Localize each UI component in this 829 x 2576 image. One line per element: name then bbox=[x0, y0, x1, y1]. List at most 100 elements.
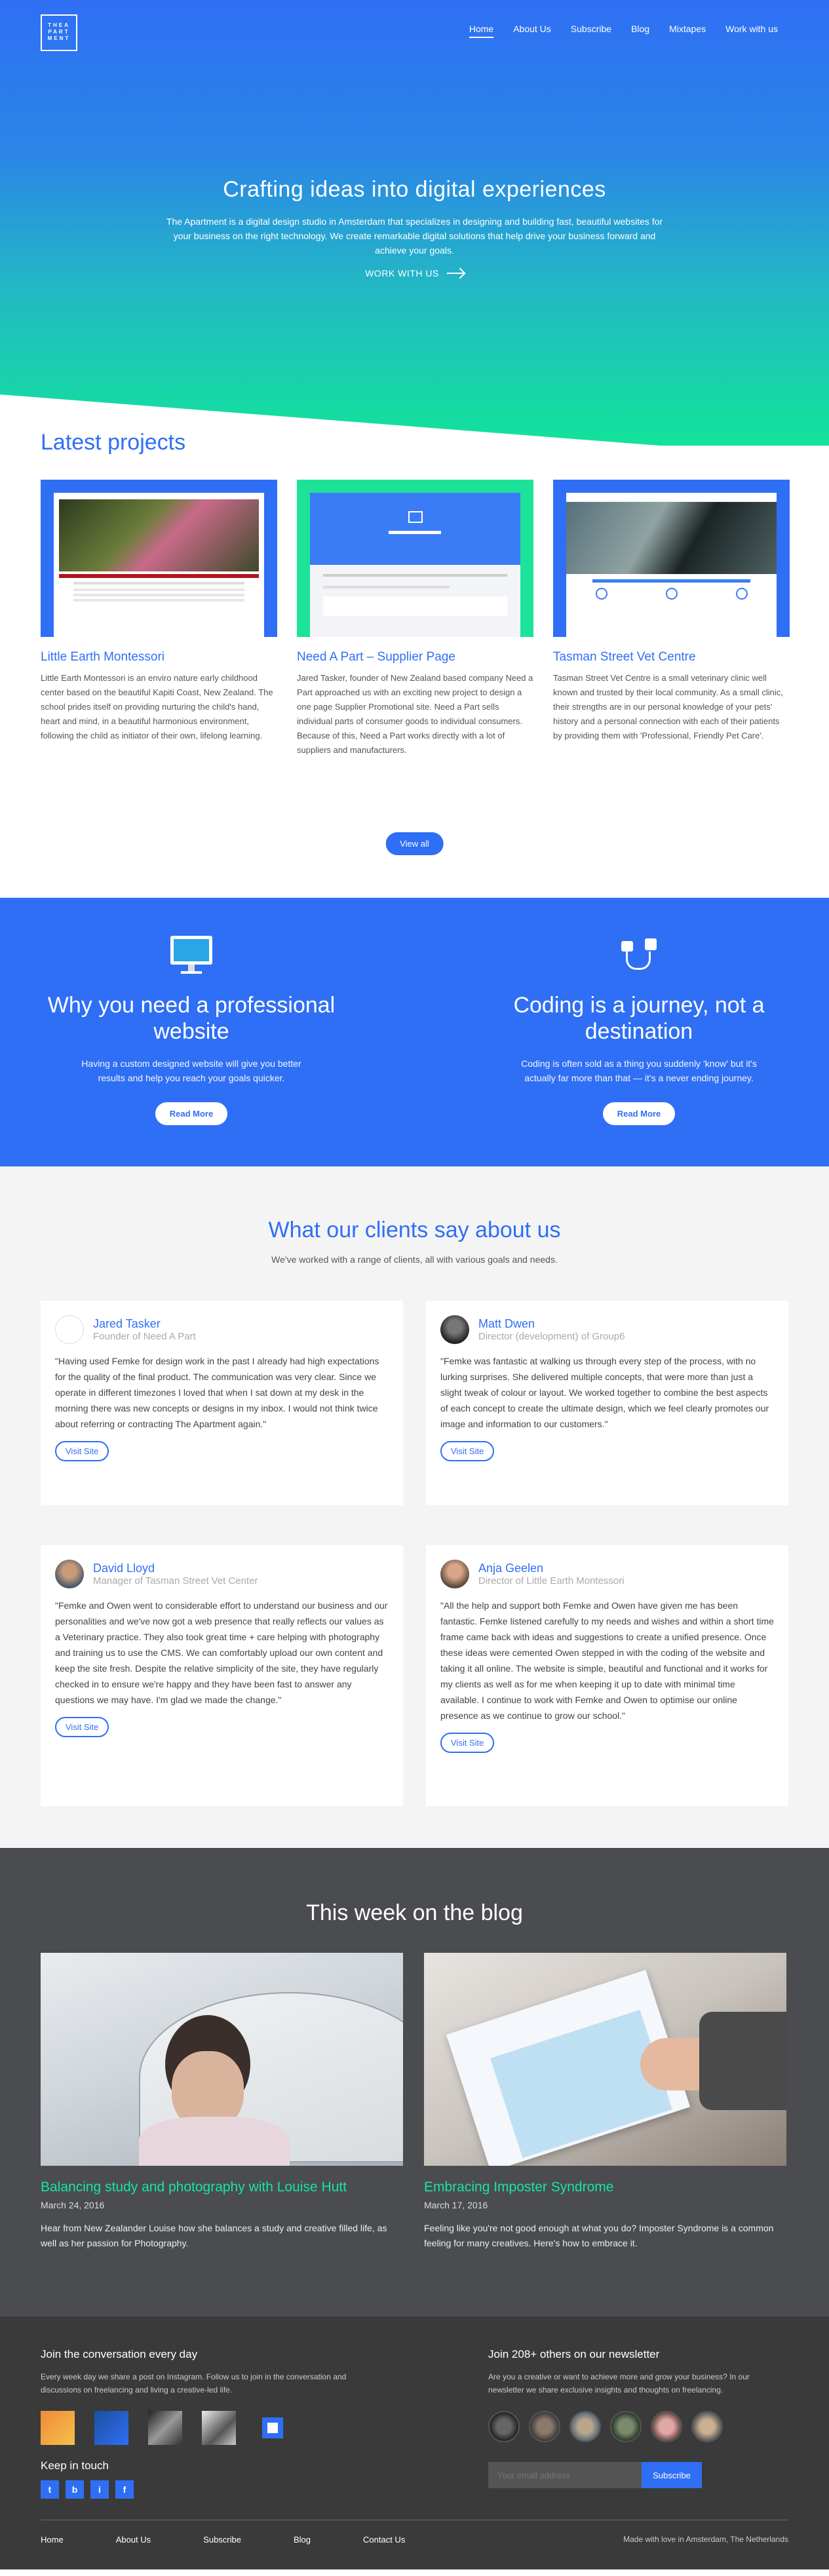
client-name: David Lloyd bbox=[93, 1562, 155, 1575]
blog-section: This week on the blog Balancing study an… bbox=[0, 1848, 829, 2316]
plug-icon bbox=[616, 936, 662, 976]
project-title[interactable]: Tasman Street Vet Centre bbox=[553, 650, 790, 664]
testimonial-card: David Lloyd Manager of Tasman Street Vet… bbox=[41, 1545, 403, 1806]
site-footer: Join the conversation every day Every we… bbox=[0, 2316, 829, 2569]
behance-icon[interactable]: b bbox=[66, 2480, 84, 2499]
newsletter-form: Subscribe bbox=[488, 2462, 777, 2488]
project-description: Little Earth Montessori is an enviro nat… bbox=[41, 673, 273, 740]
instagram-thumb[interactable] bbox=[256, 2411, 290, 2445]
work-with-us-link[interactable]: WORK WITH US bbox=[365, 268, 464, 279]
visit-site-button[interactable]: Visit Site bbox=[440, 1441, 495, 1461]
top-bar: THEA PART MENT Home About Us Subscribe B… bbox=[41, 14, 778, 51]
project-thumbnail[interactable] bbox=[553, 480, 790, 637]
avatar bbox=[651, 2411, 682, 2442]
client-role: Founder of Need A Part bbox=[93, 1331, 196, 1342]
project-list: Little Earth Montessori Little Earth Mon… bbox=[41, 480, 790, 758]
hero-title: Crafting ideas into digital experiences bbox=[223, 177, 606, 202]
visit-site-button[interactable]: Visit Site bbox=[55, 1441, 109, 1461]
project-thumbnail[interactable] bbox=[41, 480, 277, 637]
testimonial-card: Jared Tasker Founder of Need A Part "Hav… bbox=[41, 1301, 403, 1505]
instagram-thumb[interactable] bbox=[41, 2411, 75, 2445]
main-nav: Home About Us Subscribe Blog Mixtapes Wo… bbox=[469, 24, 778, 38]
instagram-thumb[interactable] bbox=[94, 2411, 128, 2445]
instagram-thumb[interactable] bbox=[148, 2411, 182, 2445]
testimonials-section: What our clients say about us We've work… bbox=[0, 1166, 829, 1848]
newsletter-column: Join 208+ others on our newsletter Are y… bbox=[488, 2348, 777, 2488]
newsletter-title: Join 208+ others on our newsletter bbox=[488, 2348, 660, 2360]
client-role: Director (development) of Group6 bbox=[478, 1331, 625, 1342]
read-more-button[interactable]: Read More bbox=[155, 1102, 228, 1125]
instagram-column: Join the conversation every day Every we… bbox=[41, 2348, 381, 2499]
why-title: Coding is a journey, not a destination bbox=[513, 993, 765, 1044]
nav-work-with-us[interactable]: Work with us bbox=[725, 24, 778, 38]
view-all-button[interactable]: View all bbox=[385, 832, 444, 855]
nav-subscribe[interactable]: Subscribe bbox=[571, 24, 611, 38]
nav-blog[interactable]: Blog bbox=[631, 24, 649, 38]
client-name: Jared Tasker bbox=[93, 1317, 161, 1330]
testimonial-card: Anja Geelen Director of Little Earth Mon… bbox=[426, 1545, 788, 1806]
read-more-button[interactable]: Read More bbox=[602, 1102, 676, 1125]
project-screenshot bbox=[566, 493, 777, 637]
project-title[interactable]: Little Earth Montessori bbox=[41, 650, 277, 664]
footer-link-subscribe[interactable]: Subscribe bbox=[203, 2535, 241, 2545]
footer-link-home[interactable]: Home bbox=[41, 2535, 64, 2545]
blog-post[interactable]: Balancing study and photography with Lou… bbox=[41, 1953, 403, 2251]
post-image[interactable] bbox=[41, 1953, 403, 2166]
project-card[interactable]: Little Earth Montessori Little Earth Mon… bbox=[41, 480, 277, 758]
project-thumbnail[interactable] bbox=[297, 480, 533, 637]
nav-mixtapes[interactable]: Mixtapes bbox=[669, 24, 706, 38]
blog-heading: This week on the blog bbox=[306, 1900, 523, 1925]
hero-content: Crafting ideas into digital experiences … bbox=[0, 177, 829, 280]
facebook-icon[interactable]: f bbox=[115, 2480, 134, 2499]
footer-link-contact[interactable]: Contact Us bbox=[363, 2535, 405, 2545]
client-role: Director of Little Earth Montessori bbox=[478, 1575, 625, 1586]
why-coding-column: Coding is a journey, not a destination C… bbox=[488, 936, 790, 1125]
subscriber-avatars bbox=[488, 2411, 777, 2442]
visit-site-button[interactable]: Visit Site bbox=[55, 1717, 109, 1737]
instagram-feed bbox=[41, 2411, 381, 2445]
twitter-icon[interactable]: t bbox=[41, 2480, 59, 2499]
projects-heading: Latest projects bbox=[41, 430, 186, 455]
avatar bbox=[610, 2411, 642, 2442]
logo-line: MENT bbox=[47, 35, 71, 41]
avatar bbox=[529, 2411, 560, 2442]
testimonial-card: Matt Dwen Director (development) of Grou… bbox=[426, 1301, 788, 1505]
why-website-column: Why you need a professional website Havi… bbox=[41, 936, 342, 1125]
client-name: Matt Dwen bbox=[478, 1317, 535, 1330]
testimonials-heading: What our clients say about us bbox=[268, 1218, 561, 1242]
project-description: Jared Tasker, founder of New Zealand bas… bbox=[297, 673, 533, 755]
project-title[interactable]: Need A Part – Supplier Page bbox=[297, 650, 533, 664]
join-title: Join the conversation every day bbox=[41, 2348, 198, 2360]
client-quote: "Femke was fantastic at walking us throu… bbox=[440, 1356, 769, 1429]
site-logo[interactable]: THEA PART MENT bbox=[41, 14, 77, 51]
project-card[interactable]: Tasman Street Vet Centre Tasman Street V… bbox=[553, 480, 790, 758]
email-input[interactable] bbox=[488, 2462, 642, 2488]
avatar bbox=[55, 1560, 84, 1588]
blog-post[interactable]: Embracing Imposter Syndrome March 17, 20… bbox=[424, 1953, 786, 2251]
nav-about[interactable]: About Us bbox=[513, 24, 551, 38]
project-screenshot bbox=[54, 493, 264, 637]
avatar bbox=[488, 2411, 520, 2442]
nav-home[interactable]: Home bbox=[469, 24, 494, 38]
post-title[interactable]: Embracing Imposter Syndrome bbox=[424, 2179, 786, 2196]
visit-site-button[interactable]: Visit Site bbox=[440, 1733, 495, 1753]
avatar bbox=[691, 2411, 723, 2442]
post-image[interactable] bbox=[424, 1953, 786, 2166]
avatar bbox=[55, 1315, 84, 1344]
avatar bbox=[440, 1560, 469, 1588]
subscribe-button[interactable]: Subscribe bbox=[642, 2462, 702, 2488]
footer-link-about[interactable]: About Us bbox=[116, 2535, 151, 2545]
footer-link-blog[interactable]: Blog bbox=[294, 2535, 311, 2545]
footer-nav: Home About Us Subscribe Blog Contact Us bbox=[41, 2535, 405, 2545]
project-card[interactable]: Need A Part – Supplier Page Jared Tasker… bbox=[297, 480, 533, 758]
why-text: Coding is often sold as a thing you sudd… bbox=[521, 1058, 757, 1083]
arrow-right-icon bbox=[446, 273, 464, 274]
why-section: Why you need a professional website Havi… bbox=[0, 898, 829, 1166]
client-quote: "Femke and Owen went to considerable eff… bbox=[55, 1600, 388, 1705]
instagram-icon[interactable]: i bbox=[90, 2480, 109, 2499]
avatar bbox=[440, 1315, 469, 1344]
why-title: Why you need a professional website bbox=[47, 993, 336, 1044]
social-links: t b i f bbox=[41, 2480, 381, 2499]
post-title[interactable]: Balancing study and photography with Lou… bbox=[41, 2179, 403, 2196]
instagram-thumb[interactable] bbox=[202, 2411, 236, 2445]
